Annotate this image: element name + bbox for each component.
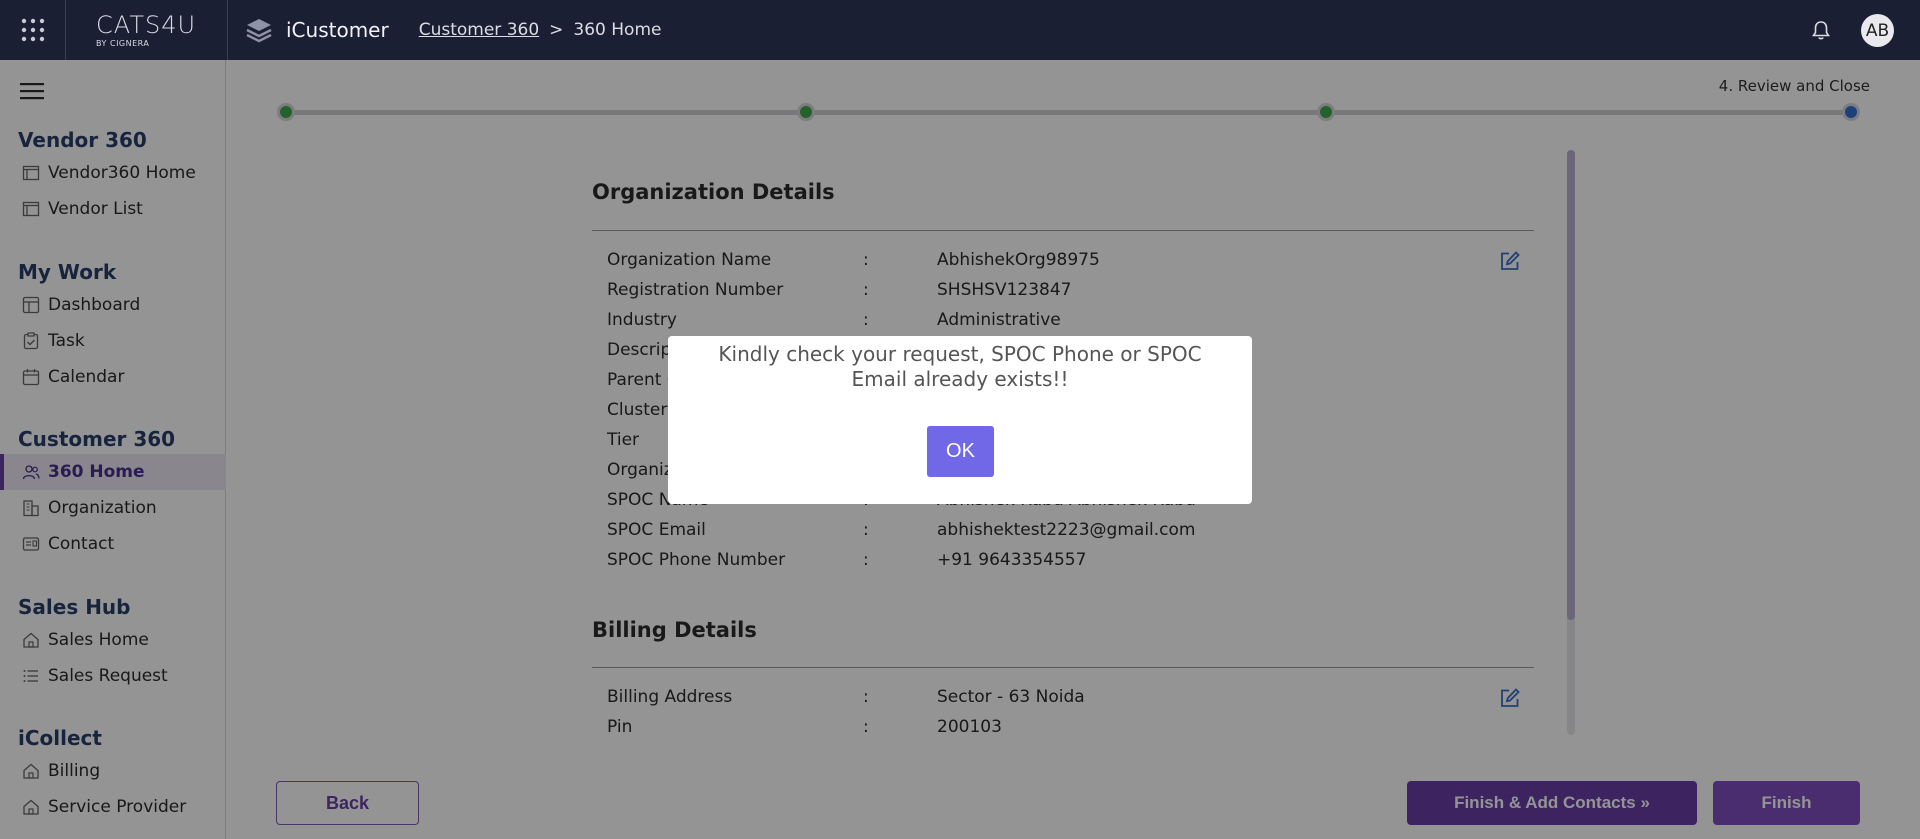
breadcrumb-current: 360 Home xyxy=(573,20,662,40)
brand-logo-text: CATS4U xyxy=(96,10,197,39)
brand-logo[interactable]: CATS4U BY CIGNERA xyxy=(66,0,228,60)
top-bar: CATS4U BY CIGNERA iCustomer Customer 360… xyxy=(0,0,1920,60)
layers-icon xyxy=(246,19,272,43)
brand-subtitle: BY CIGNERA xyxy=(96,38,150,48)
ok-button[interactable]: OK xyxy=(927,426,994,477)
alert-message: Kindly check your request, SPOC Phone or… xyxy=(718,342,1202,391)
alert-dialog: Kindly check your request, SPOC Phone or… xyxy=(668,336,1252,504)
avatar[interactable]: AB xyxy=(1861,14,1894,47)
app-name: iCustomer xyxy=(286,18,389,42)
app-switcher[interactable]: iCustomer xyxy=(228,15,389,45)
apps-grid-icon xyxy=(21,18,44,42)
breadcrumb-separator: > xyxy=(549,20,564,40)
breadcrumb: Customer 360 > 360 Home xyxy=(419,20,662,40)
breadcrumb-link-customer-360[interactable]: Customer 360 xyxy=(419,20,539,40)
app-launcher-button[interactable] xyxy=(0,0,66,60)
bell-icon[interactable] xyxy=(1810,19,1832,41)
